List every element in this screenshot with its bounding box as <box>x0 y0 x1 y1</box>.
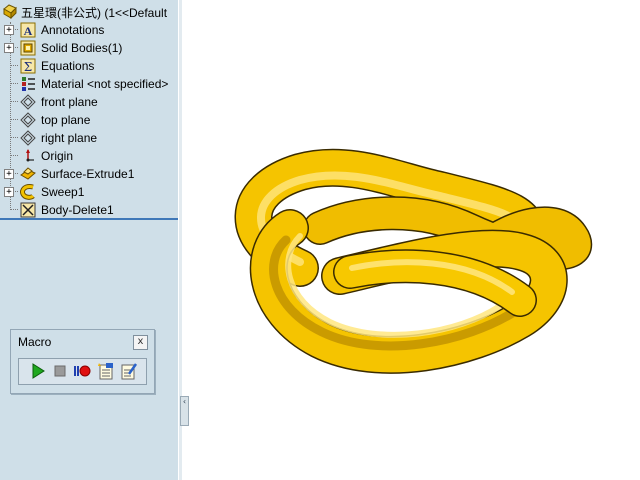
tree-connector <box>10 119 18 120</box>
tree-root-label: 五星環(非公式) (1<<Default <box>21 6 168 20</box>
panel-separator[interactable] <box>0 218 178 220</box>
feature-tree-panel: 五星環(非公式) (1<<Default + A Annotations + S… <box>0 0 178 480</box>
new-macro-icon[interactable] <box>97 362 115 380</box>
tree-item-solid-bodies[interactable]: + Solid Bodies(1) <box>0 39 178 57</box>
tree-item-body-delete[interactable]: Body-Delete1 <box>0 201 178 219</box>
expand-toggle[interactable]: + <box>4 187 14 197</box>
tree-connector <box>10 83 18 84</box>
macro-close-button[interactable]: x <box>133 335 148 350</box>
tree-item-label: Annotations <box>41 23 105 37</box>
knot-model[interactable] <box>234 148 593 374</box>
tree-item-front-plane[interactable]: front plane <box>0 93 178 111</box>
svg-text:Σ: Σ <box>24 60 32 74</box>
record-pause-macro-icon[interactable] <box>73 362 91 380</box>
run-macro-icon[interactable] <box>29 362 47 380</box>
macro-toolbar-title: Macro <box>18 335 52 349</box>
solid-bodies-icon <box>20 40 36 56</box>
tree-item-top-plane[interactable]: top plane <box>0 111 178 129</box>
tree-item-label: front plane <box>41 95 98 109</box>
tree-connector <box>10 65 18 66</box>
tree-item-label: Surface-Extrude1 <box>41 167 135 181</box>
plane-icon <box>20 94 36 110</box>
tree-item-label: Equations <box>41 59 95 73</box>
tree-item-equations[interactable]: Σ Equations <box>0 57 178 75</box>
tree-connector <box>10 155 18 156</box>
equations-icon: Σ <box>20 58 36 74</box>
tree-root[interactable]: 五星環(非公式) (1<<Default <box>0 3 178 21</box>
expand-toggle[interactable]: + <box>4 169 14 179</box>
material-icon <box>22 77 35 91</box>
edit-macro-icon[interactable] <box>120 362 138 380</box>
plane-icon <box>20 112 36 128</box>
macro-button-strip <box>18 358 147 385</box>
tree-item-label: Material <not specified> <box>41 77 169 91</box>
origin-icon <box>26 149 34 162</box>
tree-item-sweep[interactable]: + Sweep1 <box>0 183 178 201</box>
tree-connector <box>10 101 18 102</box>
macro-toolbar[interactable]: Macro x <box>10 329 155 394</box>
tree-item-label: top plane <box>41 113 91 127</box>
body-delete-icon <box>20 202 36 218</box>
tree-item-label: Sweep1 <box>41 185 85 199</box>
expand-toggle[interactable]: + <box>4 43 14 53</box>
sweep-icon <box>20 184 35 200</box>
tree-connector <box>10 209 18 210</box>
plane-icon <box>20 130 36 146</box>
tree-item-label: Origin <box>41 149 74 163</box>
tree-item-material[interactable]: Material <not specified> <box>0 75 178 93</box>
svg-text:A: A <box>24 24 33 38</box>
tree-item-label: right plane <box>41 131 98 145</box>
surface-extrude-icon <box>20 167 36 180</box>
tree-item-surface-extrude[interactable]: + Surface-Extrude1 <box>0 165 178 183</box>
tree-item-label: Solid Bodies(1) <box>41 41 123 55</box>
annotations-icon: A <box>20 22 36 38</box>
stop-macro-icon[interactable] <box>51 362 69 380</box>
expand-toggle[interactable]: + <box>4 25 14 35</box>
tree-item-label: Body-Delete1 <box>41 203 114 217</box>
tree-item-annotations[interactable]: + A Annotations <box>0 21 178 39</box>
tree-item-origin[interactable]: Origin <box>0 147 178 165</box>
part-icon <box>3 4 17 19</box>
tree-connector <box>10 137 18 138</box>
tree-item-right-plane[interactable]: right plane <box>0 129 178 147</box>
graphics-viewport[interactable] <box>182 0 640 480</box>
